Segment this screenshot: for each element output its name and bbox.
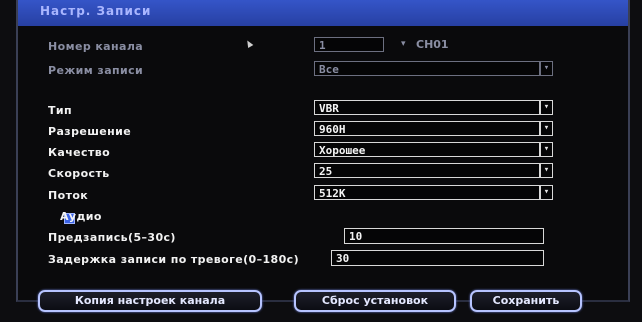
stream-label: Поток — [48, 189, 89, 202]
speed-select[interactable]: 25 ▾ — [314, 163, 553, 178]
speed-value: 25 — [319, 165, 333, 178]
save-button[interactable]: Сохранить — [470, 290, 582, 312]
alarm-delay-input[interactable]: 30 — [331, 250, 544, 266]
dialog-title-bar: Настр. Записи — [18, 0, 628, 26]
resolution-select[interactable]: 960H ▾ — [314, 121, 553, 136]
copy-channel-settings-button[interactable]: Копия настроек канала — [38, 290, 262, 312]
channel-name: CH01 — [416, 38, 449, 51]
audio-label: Аудио — [60, 210, 102, 223]
resolution-label: Разрешение — [48, 125, 132, 138]
recording-settings-dialog: Настр. Записи Номер канала 1 ▾ CH01 Режи… — [16, 0, 630, 302]
quality-value: Хорошее — [319, 144, 366, 157]
mouse-cursor-icon — [244, 38, 254, 49]
type-select[interactable]: VBR ▾ — [314, 100, 553, 115]
reset-settings-button[interactable]: Сброс установок — [294, 290, 456, 312]
prerecord-value: 10 — [349, 230, 363, 243]
chevron-down-icon[interactable]: ▾ — [540, 121, 553, 136]
alarm-delay-value: 30 — [336, 252, 350, 265]
quality-label: Качество — [48, 146, 111, 159]
channel-label: Номер канала — [48, 40, 144, 53]
type-label: Тип — [48, 104, 73, 117]
chevron-down-icon[interactable]: ▾ — [540, 61, 553, 76]
alarm-delay-label: Задержка записи по тревоге(0–180с) — [48, 253, 300, 266]
stream-select[interactable]: 512K ▾ — [314, 185, 553, 200]
chevron-down-icon[interactable]: ▾ — [540, 163, 553, 178]
chevron-down-icon[interactable]: ▾ — [540, 100, 553, 115]
chevron-down-icon[interactable]: ▾ — [540, 142, 553, 157]
record-mode-value: Все — [319, 63, 339, 76]
chevron-down-icon[interactable]: ▾ — [540, 185, 553, 200]
prerecord-label: Предзапись(5–30с) — [48, 231, 176, 244]
dialog-title: Настр. Записи — [40, 4, 152, 18]
resolution-value: 960H — [319, 123, 346, 136]
speed-label: Скорость — [48, 167, 110, 180]
chevron-down-icon[interactable]: ▾ — [401, 39, 406, 49]
type-value: VBR — [319, 102, 339, 115]
quality-select[interactable]: Хорошее ▾ — [314, 142, 553, 157]
channel-select[interactable]: 1 — [314, 37, 384, 52]
prerecord-input[interactable]: 10 — [344, 228, 544, 244]
record-mode-label: Режим записи — [48, 64, 144, 77]
record-mode-select[interactable]: Все ▾ — [314, 61, 553, 76]
screen: Настр. Записи Номер канала 1 ▾ CH01 Режи… — [0, 0, 642, 322]
channel-value: 1 — [319, 39, 326, 52]
stream-value: 512K — [319, 187, 346, 200]
